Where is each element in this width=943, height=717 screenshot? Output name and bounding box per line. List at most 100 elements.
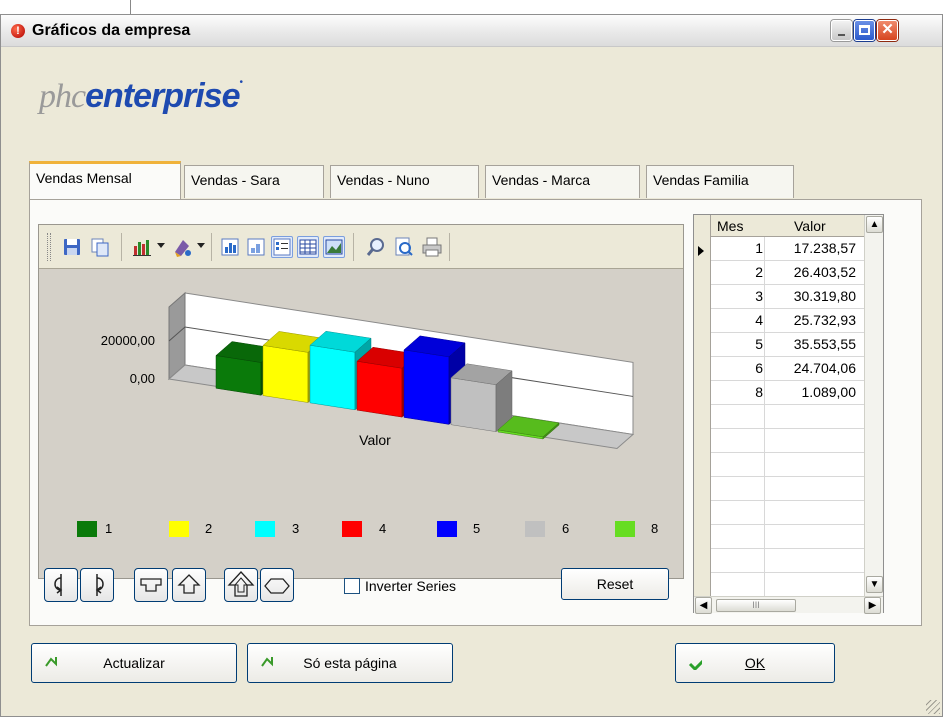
table-row[interactable]: 1 17.238,57 <box>711 237 864 261</box>
so-esta-pagina-button[interactable]: Só esta página <box>247 643 453 683</box>
bar-2 <box>262 345 309 403</box>
legend-label: 6 <box>562 521 570 536</box>
table-row[interactable]: 5 35.553,55 <box>711 333 864 357</box>
scroll-left-icon[interactable]: ◀ <box>695 597 712 614</box>
gallery-icon[interactable] <box>323 236 345 258</box>
y-tick-label: 0,00 <box>130 371 155 386</box>
cell-mes[interactable]: 2 <box>711 264 763 280</box>
rotate-right-icon <box>95 574 104 596</box>
data-grid: Mes Valor 1 17.238,57 2 26.403,52 3 30.319,80… <box>693 214 884 614</box>
print-icon[interactable] <box>421 236 443 258</box>
legend-label: 8 <box>651 521 659 536</box>
cell-valor[interactable]: 26.403,52 <box>766 264 856 280</box>
chart-controls: Inverter Series Reset <box>38 568 688 608</box>
cell-valor[interactable]: 24.704,06 <box>766 360 856 376</box>
so-esta-pagina-label: Só esta página <box>303 655 397 671</box>
copy-icon[interactable] <box>89 236 111 258</box>
resize-grip[interactable] <box>926 700 940 714</box>
tilt-up-button[interactable] <box>172 568 206 602</box>
tilt-down-icon <box>140 578 162 592</box>
grid-horizontal-scrollbar[interactable]: ◀ III ▶ <box>694 596 883 614</box>
bar-3 <box>309 344 356 411</box>
grid-header: Mes Valor <box>711 215 864 237</box>
check-icon <box>688 659 702 670</box>
title-bar[interactable]: ! Gráficos da empresa ✕ <box>1 15 942 47</box>
table-row[interactable]: 3 30.319,80 <box>711 285 864 309</box>
cell-valor[interactable]: 30.319,80 <box>766 288 856 304</box>
cell-mes[interactable]: 5 <box>711 336 763 352</box>
flatten-icon <box>264 578 290 594</box>
column-header-mes[interactable]: Mes <box>717 218 743 234</box>
scroll-down-icon[interactable]: ▼ <box>866 576 883 593</box>
cell-mes[interactable]: 3 <box>711 288 763 304</box>
perspective-up-button[interactable] <box>224 568 258 602</box>
reset-button[interactable]: Reset <box>561 568 669 600</box>
flatten-button[interactable] <box>260 568 294 602</box>
invert-series-checkbox[interactable] <box>344 578 360 594</box>
minimize-button[interactable] <box>831 20 852 41</box>
scroll-up-icon[interactable]: ▲ <box>866 216 883 233</box>
chart-type-icon[interactable] <box>131 236 153 258</box>
tab-vendas-sara[interactable]: Vendas - Sara <box>184 165 324 198</box>
table-row[interactable]: 4 25.732,93 <box>711 309 864 333</box>
scroll-right-icon[interactable]: ▶ <box>864 597 881 614</box>
table-row[interactable]: 6 24.704,06 <box>711 357 864 381</box>
toolbar-separator <box>353 233 354 261</box>
chart-plot: 20000,00 0,00 Valor <box>39 269 683 513</box>
cell-mes[interactable]: 6 <box>711 360 763 376</box>
cell-mes[interactable]: 1 <box>711 240 763 256</box>
table-row[interactable]: 8 1.089,00 <box>711 381 864 405</box>
refresh-green-icon <box>45 657 57 667</box>
close-icon: ✕ <box>881 21 894 38</box>
row-indicator-column <box>694 215 711 596</box>
palette-icon[interactable] <box>171 236 193 258</box>
table-row[interactable]: 2 26.403,52 <box>711 261 864 285</box>
current-row-pointer-icon <box>698 246 704 256</box>
grid-vertical-scrollbar[interactable]: ▲ ▼ <box>864 215 883 596</box>
rotate-left-button[interactable] <box>44 568 78 602</box>
y-tick-label: 20000,00 <box>101 333 155 348</box>
palette-dropdown-icon[interactable] <box>197 243 205 248</box>
view-3d-icon[interactable] <box>245 236 267 258</box>
zoom-icon[interactable] <box>365 236 387 258</box>
rotate-right-button[interactable] <box>80 568 114 602</box>
close-button[interactable]: ✕ <box>877 20 898 41</box>
toolbar-separator <box>211 233 212 261</box>
invert-series-label[interactable]: Inverter Series <box>365 578 456 594</box>
chart-type-dropdown-icon[interactable] <box>157 243 165 248</box>
chart-toolbar <box>39 225 683 269</box>
legend-swatch <box>342 521 362 537</box>
maximize-button[interactable] <box>854 20 875 41</box>
maximize-icon <box>859 25 870 35</box>
cell-valor[interactable]: 17.238,57 <box>766 240 856 256</box>
cell-valor[interactable]: 25.732,93 <box>766 312 856 328</box>
ok-button[interactable]: OK <box>675 643 835 683</box>
column-header-valor[interactable]: Valor <box>794 218 826 234</box>
tab-vendas-familia[interactable]: Vendas Familia <box>646 165 794 198</box>
cell-valor[interactable]: 35.553,55 <box>766 336 856 352</box>
tab-vendas-mensal[interactable]: Vendas Mensal <box>29 161 181 199</box>
horizontal-scroll-thumb[interactable]: III <box>716 599 796 612</box>
preview-icon[interactable] <box>393 236 415 258</box>
legend-swatch <box>169 521 189 537</box>
cell-valor[interactable]: 1.089,00 <box>766 384 857 400</box>
tilt-down-button[interactable] <box>134 568 168 602</box>
ok-label: OK <box>744 655 766 671</box>
rotate-left-icon <box>54 574 63 596</box>
actualizar-button[interactable]: Actualizar <box>31 643 237 683</box>
legend-swatch <box>255 521 275 537</box>
cell-mes[interactable]: 4 <box>711 312 763 328</box>
dialog-window: ! Gráficos da empresa ✕ phcenterprise• V… <box>0 14 943 717</box>
data-grid-icon[interactable] <box>297 236 319 258</box>
toolbar-grip[interactable] <box>47 233 51 261</box>
tab-panel-vendas-mensal: 20000,00 0,00 Valor 1 2 3 4 5 6 8 Invert… <box>29 199 922 626</box>
cell-mes[interactable]: 8 <box>711 384 763 400</box>
empty-row <box>711 525 864 549</box>
view-2d-icon[interactable] <box>219 236 241 258</box>
legend-icon[interactable] <box>271 236 293 258</box>
minimize-icon <box>838 34 845 36</box>
empty-row <box>711 573 864 596</box>
tab-vendas-marca[interactable]: Vendas - Marca <box>485 165 640 198</box>
tab-vendas-nuno[interactable]: Vendas - Nuno <box>330 165 479 198</box>
save-icon[interactable] <box>61 236 83 258</box>
